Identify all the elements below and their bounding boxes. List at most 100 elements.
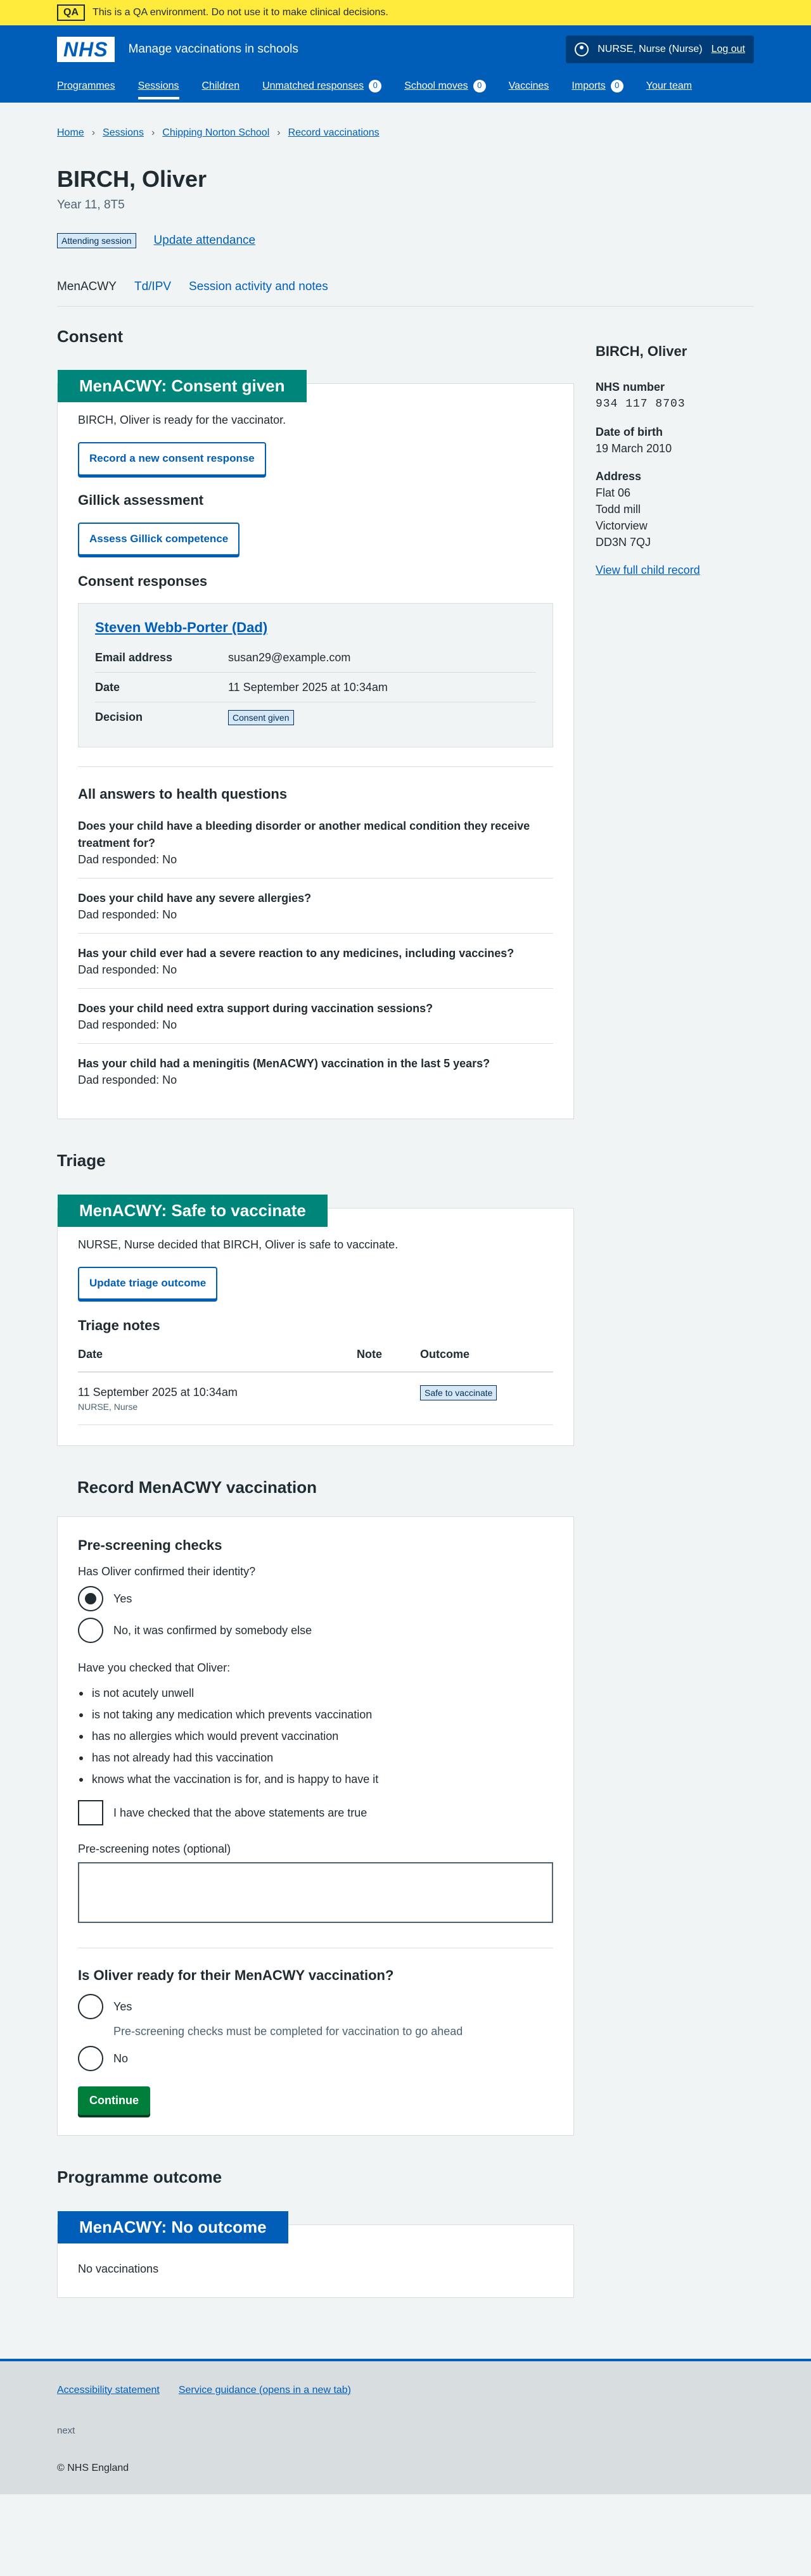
service-guidance-link[interactable]: Service guidance (opens in a new tab) [179,2383,351,2397]
answer-text: Dad responded: No [78,853,177,866]
child-summary-sidebar: BIRCH, Oliver NHS number 934 117 8703 Da… [596,327,754,2298]
outcome-card-title: MenACWY: No outcome [58,2211,288,2243]
nav-children[interactable]: Children [202,73,240,99]
nav-label: School moves [404,80,468,91]
health-questions-heading: All answers to health questions [78,786,288,803]
identity-question: Has Oliver confirmed their identity? [78,1564,256,1578]
attendance-tag: Attending session [57,232,136,248]
outcome-heading: Programme outcome [57,2167,222,2187]
programme-tabs: MenACWY Td/IPV Session activity and note… [57,278,754,307]
tab-menacwy[interactable]: MenACWY [57,278,117,296]
list-item: is not acutely unwell [78,1685,553,1701]
view-full-record-link[interactable]: View full child record [596,564,700,576]
site-footer: Accessibility statement Service guidance… [0,2358,811,2494]
confirm-checkbox-row[interactable]: I have checked that the above statements… [78,1800,553,1826]
parent-name-link[interactable]: Steven Webb-Porter (Dad) [95,619,267,635]
count-badge: 0 [369,79,382,92]
consent-response-card: Steven Webb-Porter (Dad) Email address s… [78,602,553,748]
prescreen-notes-input[interactable] [78,1862,553,1924]
triage-date: 11 September 2025 at 10:34am [78,1385,238,1399]
radio-ready-no[interactable] [78,2046,103,2072]
count-badge: 0 [473,79,486,92]
copyright: © NHS England [57,2462,129,2473]
tab-td-ipv[interactable]: Td/IPV [134,278,171,296]
nav-imports[interactable]: Imports 0 [572,73,623,99]
decision-tag: Consent given [228,709,294,725]
count-badge: 0 [610,79,623,92]
consent-card-title: MenACWY: Consent given [58,370,307,403]
assess-gillick-button[interactable]: Assess Gillick competence [78,523,240,556]
radio-ready-yes[interactable] [78,1994,103,2020]
column-header: Note [357,1340,420,1373]
triage-note [357,1371,420,1425]
consent-ready-text: BIRCH, Oliver is ready for the vaccinato… [78,414,286,427]
summary-key: Email address [95,650,173,664]
health-question: Has your child ever had a severe reactio… [78,934,553,989]
table-row: 11 September 2025 at 10:34am NURSE, Nurse… [78,1371,553,1425]
breadcrumb: Home › Sessions › Chipping Norton School… [57,103,754,140]
sidebar-name: BIRCH, Oliver [596,343,687,360]
update-triage-button[interactable]: Update triage outcome [78,1266,218,1300]
breadcrumb-home[interactable]: Home [57,125,84,140]
patient-year: Year 11, 8T5 [57,198,125,212]
nhs-logo[interactable]: NHS [57,37,115,62]
update-attendance-link[interactable]: Update attendance [154,232,256,250]
summary-value: 11 September 2025 at 10:34am [228,680,388,694]
ready-no-option[interactable]: No [78,2046,553,2072]
checks-list: is not acutely unwell is not taking any … [78,1685,553,1787]
account-menu: NURSE, Nurse (Nurse) Log out [566,35,754,63]
user-name: NURSE, Nurse (Nurse) [597,44,703,55]
nav-label: Sessions [137,80,179,91]
qa-banner: QA This is a QA environment. Do not use … [0,0,811,25]
summary-row: Decision Consent given [95,702,536,732]
prescreen-heading: Pre-screening checks [78,1537,222,1554]
nav-label: Programmes [57,80,115,91]
breadcrumb-school[interactable]: Chipping Norton School [162,125,269,140]
list-item: is not taking any medication which preve… [78,1706,553,1723]
identity-yes-option[interactable]: Yes [78,1585,553,1611]
tab-session-activity[interactable]: Session activity and notes [189,278,328,296]
list-item: has no allergies which would prevent vac… [78,1728,553,1744]
consent-heading: Consent [57,327,123,346]
answer-text: Dad responded: No [78,908,177,921]
logout-link[interactable]: Log out [712,42,745,56]
triage-card-title: MenACWY: Safe to vaccinate [58,1194,328,1227]
address-line: DD3N 7QJ [596,536,651,549]
confirm-checkbox[interactable] [78,1800,103,1826]
chevron-right-icon: › [91,127,96,138]
radio-yes[interactable] [78,1585,103,1611]
address-line: Victorview [596,519,648,533]
nav-programmes[interactable]: Programmes [57,73,115,99]
record-heading: Record MenACWY vaccination [77,1478,317,1497]
ready-yes-option[interactable]: Yes [78,1994,553,2020]
checkbox-label: I have checked that the above statements… [113,1806,367,1820]
dob-value: 19 March 2010 [596,441,672,455]
nav-vaccines[interactable]: Vaccines [509,73,549,99]
summary-row: Email address susan29@example.com [95,643,536,673]
continue-button[interactable]: Continue [78,2086,150,2116]
qa-tag: QA [57,4,85,21]
record-consent-button[interactable]: Record a new consent response [78,442,266,476]
service-name[interactable]: Manage vaccinations in schools [129,41,298,58]
answer-text: Dad responded: No [78,1018,177,1032]
breadcrumb-sessions[interactable]: Sessions [103,125,144,140]
health-question: Has your child had a meningitis (MenACWY… [78,1044,553,1098]
identity-no-option[interactable]: No, it was confirmed by somebody else [78,1617,553,1643]
nav-school-moves[interactable]: School moves 0 [404,73,486,99]
nav-label: Your team [646,80,693,91]
address-label: Address [596,469,642,483]
nav-sessions[interactable]: Sessions [137,73,179,100]
nav-unmatched-responses[interactable]: Unmatched responses 0 [262,73,382,99]
triage-decision-text: NURSE, Nurse decided that BIRCH, Oliver … [78,1238,399,1251]
nav-label: Vaccines [508,80,549,91]
accessibility-link[interactable]: Accessibility statement [57,2383,160,2397]
radio-no[interactable] [78,1617,103,1643]
breadcrumb-record[interactable]: Record vaccinations [288,125,380,140]
nav-label: Unmatched responses [262,80,364,91]
summary-key: Date [95,680,120,694]
nav-your-team[interactable]: Your team [646,73,692,99]
address-line: Todd mill [596,502,641,516]
radio-label: No [113,2052,129,2065]
ready-question: Is Oliver ready for their MenACWY vaccin… [78,1967,394,1983]
page-title: BIRCH, Oliver [57,166,207,193]
